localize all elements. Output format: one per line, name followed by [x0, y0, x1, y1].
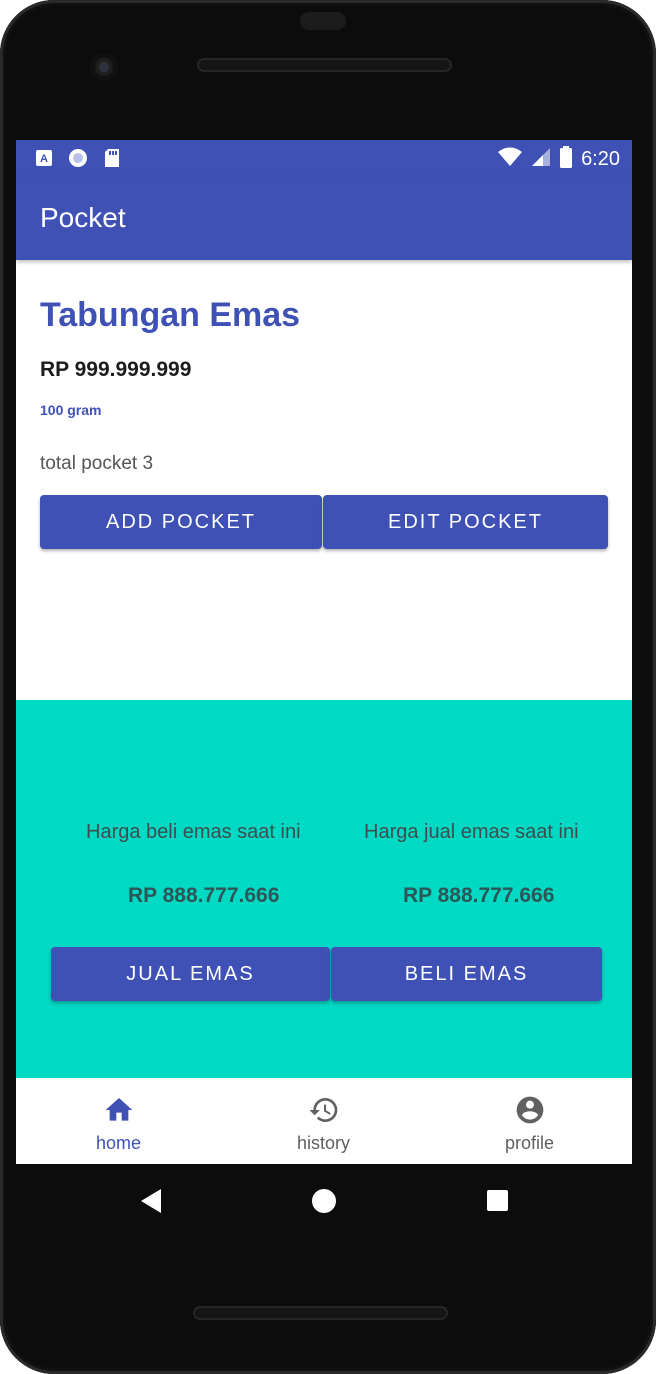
add-pocket-button[interactable]: ADD POCKET	[40, 495, 322, 549]
gold-price-panel: Harga beli emas saat ini Harga jual emas…	[16, 700, 632, 1078]
earpiece-grille	[197, 58, 452, 72]
nav-item-profile[interactable]: profile	[427, 1078, 632, 1164]
nav-item-history[interactable]: history	[221, 1078, 426, 1164]
home-icon	[103, 1094, 135, 1126]
wifi-icon	[497, 147, 523, 172]
front-camera	[90, 53, 118, 81]
app-screen: A 6:20 Pocket Tabungan Emas RP 999.999.9…	[16, 140, 632, 1164]
phone-frame: A 6:20 Pocket Tabungan Emas RP 999.999.9…	[0, 0, 656, 1374]
nav-label-home: home	[95, 1133, 142, 1153]
status-bar: A 6:20	[16, 140, 632, 178]
buy-gold-button[interactable]: BELI EMAS	[331, 947, 602, 1001]
svg-text:A: A	[40, 153, 48, 165]
buy-price-value: RP 888.777.666	[128, 884, 280, 907]
savings-balance: RP 999.999.999	[40, 358, 192, 381]
bottom-speaker-grille	[193, 1306, 448, 1320]
buy-price-label: Harga beli emas saat ini	[86, 821, 301, 843]
back-icon[interactable]	[139, 1188, 163, 1214]
status-time: 6:20	[581, 148, 620, 170]
savings-title: Tabungan Emas	[40, 296, 301, 334]
savings-grams: 100 gram	[40, 402, 102, 418]
battery-icon	[559, 146, 573, 173]
notification-a-icon: A	[34, 148, 54, 168]
total-pocket: total pocket 3	[40, 453, 154, 474]
nav-item-home[interactable]: home	[16, 1078, 221, 1164]
recents-icon[interactable]	[486, 1189, 509, 1212]
system-navigation-bar	[0, 1164, 656, 1236]
edit-pocket-button[interactable]: EDIT POCKET	[323, 495, 608, 549]
history-icon	[308, 1094, 340, 1126]
top-speaker	[300, 12, 346, 30]
home-system-icon[interactable]	[311, 1188, 337, 1214]
sell-price-value: RP 888.777.666	[403, 884, 555, 907]
app-title: Pocket	[40, 202, 126, 233]
signal-icon	[531, 147, 551, 172]
profile-icon	[514, 1094, 546, 1126]
notification-circle-icon	[68, 148, 88, 168]
nav-label-profile: profile	[504, 1133, 555, 1153]
bottom-navigation: home history profile	[16, 1078, 632, 1164]
app-bar: Pocket	[16, 178, 632, 260]
sd-card-icon	[102, 148, 122, 168]
sell-price-label: Harga jual emas saat ini	[364, 821, 579, 843]
sell-gold-button[interactable]: JUAL EMAS	[51, 947, 330, 1001]
nav-label-history: history	[296, 1133, 350, 1153]
